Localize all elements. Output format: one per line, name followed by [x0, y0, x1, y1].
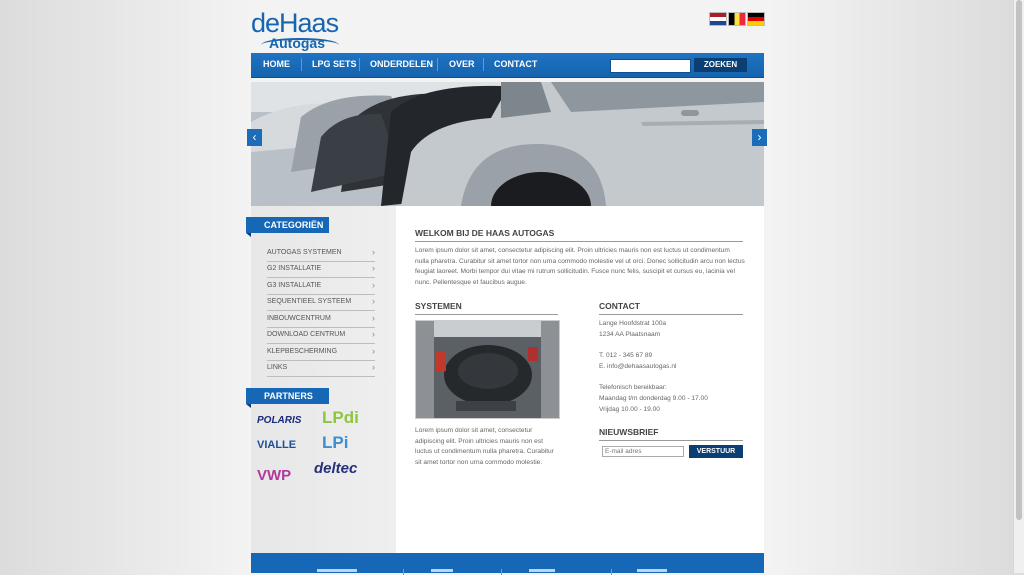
- sidebar-item-download-centrum[interactable]: DOWNLOAD CENTRUM ›: [267, 327, 375, 344]
- chevron-right-icon: ›: [372, 280, 375, 290]
- german-flag-icon[interactable]: [747, 12, 765, 26]
- chevron-left-icon: ‹: [252, 130, 257, 144]
- newsletter-submit-button[interactable]: VERSTUUR: [689, 445, 743, 458]
- contact-hours-friday: Vrijdag 10.00 - 19.00: [599, 406, 660, 413]
- hero-image: [251, 82, 764, 206]
- nav-divider: [483, 58, 484, 71]
- sidebar-item-label: DOWNLOAD CENTRUM: [267, 331, 346, 338]
- nav-divider: [359, 58, 360, 71]
- page-wrapper: deHaas Autogas HOME LPG SETS ONDERDELEN …: [246, 0, 767, 575]
- nav-over[interactable]: OVER: [449, 53, 475, 77]
- categories-title: CATEGORIËN: [246, 217, 329, 237]
- partner-logo-vwp[interactable]: VWP: [257, 467, 291, 484]
- footer-link-1[interactable]: [317, 569, 357, 572]
- scrollbar-thumb[interactable]: [1016, 0, 1022, 520]
- contact-hours-weekdays: Maandag t/m donderdag 9.00 - 17.00: [599, 395, 708, 402]
- contact-phone: T. 012 - 345 67 89: [599, 352, 653, 359]
- systems-title: SYSTEMEN: [415, 301, 558, 315]
- sidebar-item-label: G2 INSTALLATIE: [267, 265, 322, 272]
- newsletter-email-field[interactable]: [602, 446, 684, 457]
- chevron-right-icon: ›: [372, 296, 375, 306]
- footer-divider: [501, 569, 502, 575]
- lpg-tank-image: [416, 321, 559, 418]
- site-logo[interactable]: deHaas Autogas: [251, 8, 341, 52]
- contact-postcode: 1234 AA Plaatsnaam: [599, 331, 661, 338]
- logo-sub: Autogas: [269, 35, 325, 51]
- nav-home[interactable]: HOME: [263, 53, 290, 77]
- footer-divider: [403, 569, 404, 575]
- nav-lpg-sets[interactable]: LPG SETS: [312, 53, 357, 77]
- sidebar-item-g2-installatie[interactable]: G2 INSTALLATIE ›: [267, 261, 375, 278]
- partner-logo-vialle[interactable]: VIALLE: [257, 439, 296, 451]
- nav-onderdelen[interactable]: ONDERDELEN: [370, 53, 433, 77]
- footer-link-2[interactable]: [431, 569, 453, 572]
- partner-logo-deltec[interactable]: deltec: [314, 460, 357, 477]
- chevron-right-icon: ›: [372, 263, 375, 273]
- belgian-flag-icon[interactable]: [728, 12, 746, 26]
- sidebar-item-autogas-systemen[interactable]: AUTOGAS SYSTEMEN ›: [267, 245, 375, 262]
- contact-title: CONTACT: [599, 301, 743, 315]
- chevron-right-icon: ›: [372, 247, 375, 257]
- contact-street: Lange Hoofdstrat 100a: [599, 320, 667, 327]
- nav-divider: [437, 58, 438, 71]
- footer-link-4[interactable]: [637, 569, 667, 572]
- sidebar-item-label: G3 INSTALLATIE: [267, 282, 322, 289]
- search-input[interactable]: [610, 59, 691, 73]
- welcome-text: Lorem ipsum dolor sit amet, consectetur …: [415, 247, 745, 286]
- systems-text: Lorem ipsum dolor sit amet, consectetur …: [415, 427, 554, 466]
- footer-divider: [611, 569, 612, 575]
- footer: [251, 553, 764, 575]
- newsletter-title: NIEUWSBRIEF: [599, 427, 743, 441]
- welcome-title: WELKOM BIJ DE HAAS AUTOGAS: [415, 228, 743, 242]
- chevron-right-icon: ›: [372, 346, 375, 356]
- page-scrollbar[interactable]: [1013, 0, 1024, 573]
- sidebar-item-inbouwcentrum[interactable]: INBOUWCENTRUM ›: [267, 311, 375, 328]
- dutch-flag-icon[interactable]: [709, 12, 727, 26]
- main-content: WELKOM BIJ DE HAAS AUTOGAS Lorem ipsum d…: [396, 206, 764, 573]
- sidebar-item-label: SEQUENTIEEL SYSTEEM: [267, 298, 352, 305]
- slider-prev-button[interactable]: ‹: [247, 129, 262, 146]
- contact-email[interactable]: E. info@dehaasautogas.nl: [599, 363, 676, 370]
- sidebar-item-g3-installatie[interactable]: G3 INSTALLATIE ›: [267, 278, 375, 295]
- partner-logo-lpdi[interactable]: LPdi: [322, 408, 359, 428]
- nav-divider: [301, 58, 302, 71]
- main-nav: HOME LPG SETS ONDERDELEN OVER CONTACT ZO…: [251, 53, 764, 78]
- chevron-right-icon: ›: [757, 130, 762, 144]
- footer-link-3[interactable]: [529, 569, 555, 572]
- sidebar-item-label: AUTOGAS SYSTEMEN: [267, 249, 342, 256]
- chevron-right-icon: ›: [372, 329, 375, 339]
- partner-logo-polaris[interactable]: POLARIS: [257, 415, 301, 426]
- sidebar-item-label: INBOUWCENTRUM: [267, 315, 331, 322]
- sidebar-item-klepbescherming[interactable]: KLEPBESCHERMING ›: [267, 344, 375, 361]
- contact-hours-label: Telefonisch bereikbaar:: [599, 384, 667, 391]
- nav-contact[interactable]: CONTACT: [494, 53, 537, 77]
- sidebar-item-label: LINKS: [267, 364, 288, 371]
- sidebar-item-label: KLEPBESCHERMING: [267, 348, 338, 355]
- slider-next-button[interactable]: ›: [752, 129, 767, 146]
- sidebar-item-sequentieel-systeem[interactable]: SEQUENTIEEL SYSTEEM ›: [267, 294, 375, 311]
- hero-slider: [251, 82, 764, 206]
- systems-photo[interactable]: [415, 320, 560, 419]
- partners-title: PARTNERS: [246, 388, 329, 408]
- sidebar: CATEGORIËN AUTOGAS SYSTEMEN › G2 INSTALLA…: [246, 206, 396, 573]
- chevron-right-icon: ›: [372, 313, 375, 323]
- partner-logo-lpi[interactable]: LPi: [322, 433, 348, 453]
- sidebar-item-links[interactable]: LINKS ›: [267, 360, 375, 377]
- chevron-right-icon: ›: [372, 362, 375, 372]
- search-button[interactable]: ZOEKEN: [694, 58, 747, 72]
